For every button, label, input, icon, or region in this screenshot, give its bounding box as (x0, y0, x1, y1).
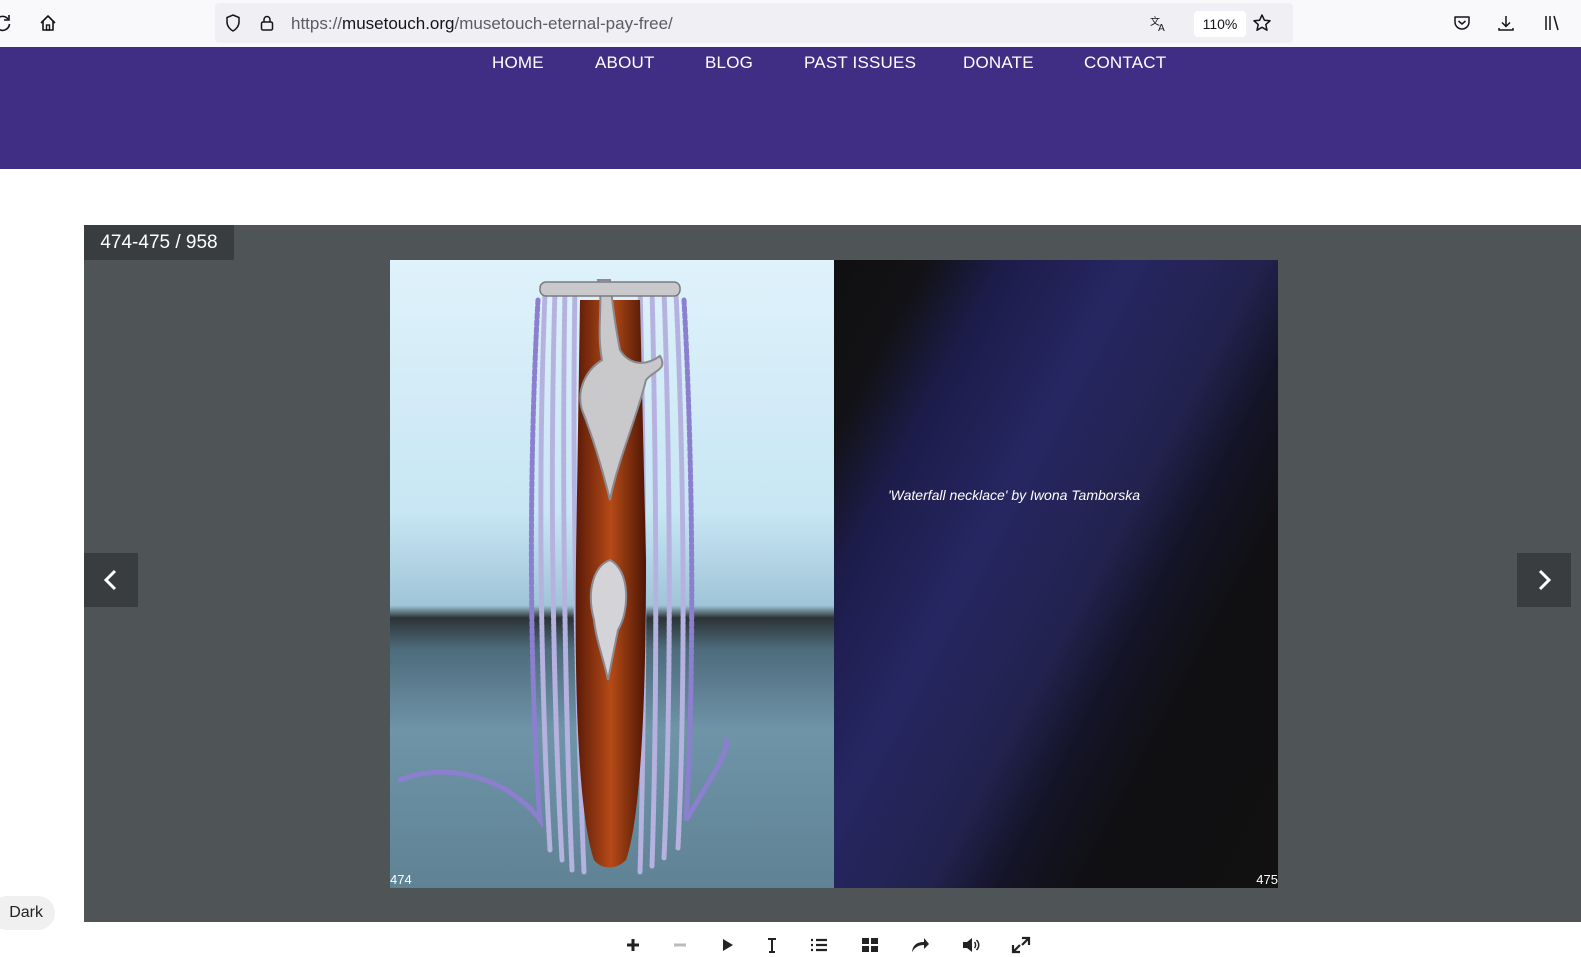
url-text[interactable]: https://musetouch.org/musetouch-eternal-… (291, 14, 673, 34)
grid-icon[interactable] (857, 935, 883, 955)
left-page[interactable]: 474 (390, 260, 834, 888)
pocket-icon[interactable] (1447, 8, 1477, 38)
nav-past-issues[interactable]: PAST ISSUES (804, 53, 916, 73)
chevron-left-icon (103, 569, 117, 591)
main-nav: HOME ABOUT BLOG PAST ISSUES DONATE CONTA… (0, 53, 1581, 75)
url-prefix: https:// (291, 14, 343, 33)
artwork-caption: 'Waterfall necklace' by Iwona Tamborska (888, 487, 1141, 503)
next-page-button[interactable] (1517, 553, 1571, 607)
nav-blog[interactable]: BLOG (705, 53, 753, 73)
browser-toolbar: https://musetouch.org/musetouch-eternal-… (0, 0, 1581, 47)
sound-icon[interactable] (958, 935, 984, 955)
text-icon[interactable] (759, 935, 785, 955)
flipbook-controls (620, 935, 1040, 957)
fullscreen-icon[interactable] (1008, 935, 1034, 955)
left-page-number: 474 (390, 872, 412, 887)
address-bar[interactable]: https://musetouch.org/musetouch-eternal-… (215, 3, 1293, 43)
prev-page-button[interactable] (84, 553, 138, 607)
site-header: HOME ABOUT BLOG PAST ISSUES DONATE CONTA… (0, 47, 1581, 169)
page-counter: 474-475 / 958 (84, 225, 234, 260)
svg-text:A: A (1158, 23, 1165, 33)
url-path: /musetouch-eternal-pay-free/ (454, 14, 673, 33)
home-icon[interactable] (33, 8, 63, 38)
translate-icon[interactable]: 文A (1144, 8, 1174, 38)
nav-donate[interactable]: DONATE (963, 53, 1034, 73)
download-icon[interactable] (1491, 8, 1521, 38)
necklace-photo (397, 279, 729, 875)
zoom-out-icon[interactable] (667, 935, 693, 955)
page-spread[interactable]: 474 'Waterfall necklace' by Iwona Tambor… (390, 260, 1278, 888)
right-page[interactable]: 'Waterfall necklace' by Iwona Tamborska … (834, 260, 1278, 888)
nav-about[interactable]: ABOUT (595, 53, 655, 73)
bookmark-star-icon[interactable] (1247, 8, 1277, 38)
library-icon[interactable] (1537, 8, 1567, 38)
nav-home[interactable]: HOME (492, 53, 544, 73)
flipbook-viewer: 474-475 / 958 474 'Waterfall necklace' b… (84, 225, 1581, 922)
play-icon[interactable] (714, 935, 740, 955)
zoom-level[interactable]: 110% (1194, 11, 1246, 37)
chevron-right-icon (1538, 569, 1552, 591)
nav-contact[interactable]: CONTACT (1084, 53, 1166, 73)
dark-mode-toggle[interactable]: Dark (0, 896, 55, 930)
zoom-in-icon[interactable] (620, 935, 646, 955)
url-domain: musetouch.org (342, 14, 455, 33)
list-icon[interactable] (806, 935, 832, 955)
share-icon[interactable] (907, 935, 933, 955)
lock-icon[interactable] (252, 8, 282, 38)
right-page-number: 475 (1256, 872, 1278, 887)
shield-icon[interactable] (218, 8, 248, 38)
reload-icon[interactable] (0, 8, 18, 38)
